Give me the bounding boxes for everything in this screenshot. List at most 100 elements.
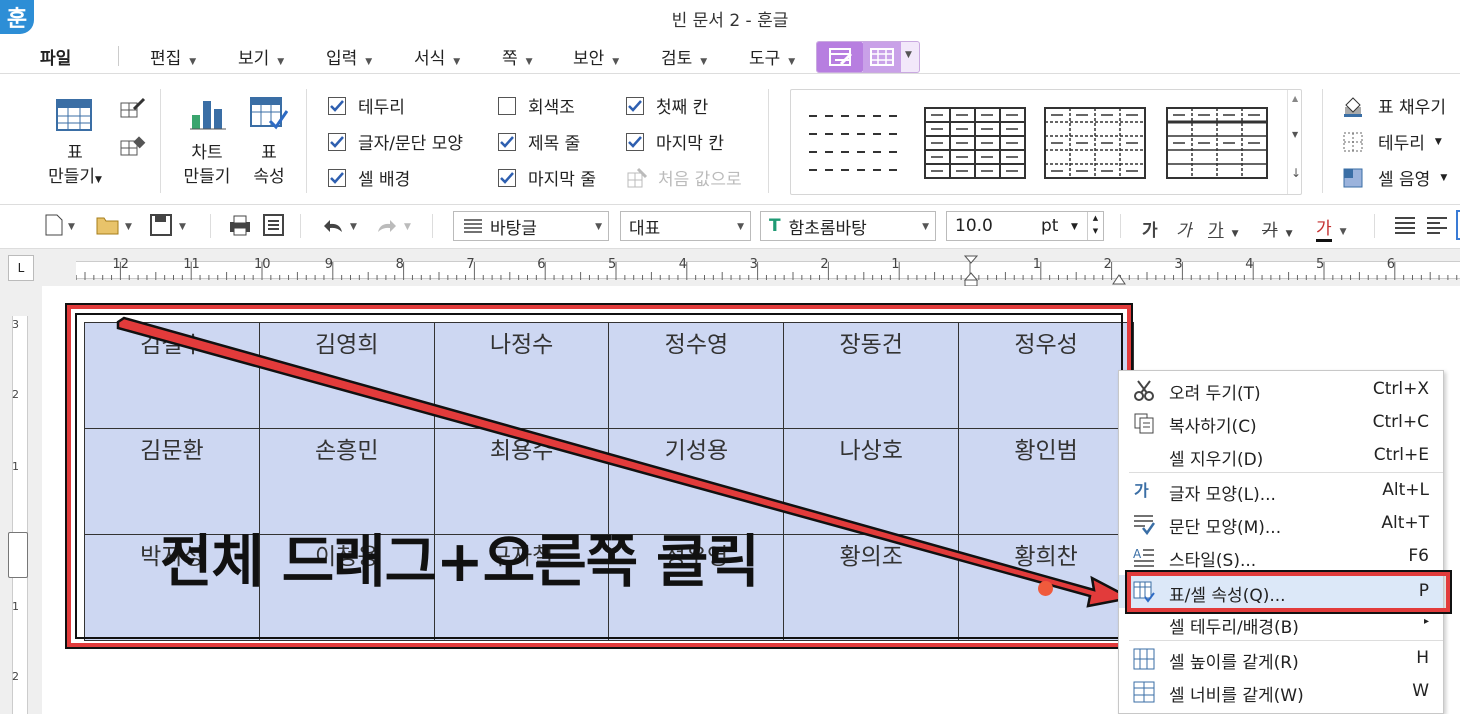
menu-item-equal-height-label: 셀 높이를 같게(R) xyxy=(1169,653,1299,673)
vertical-ruler-band xyxy=(12,316,28,714)
scroll-down-icon[interactable]: ▼ xyxy=(1292,130,1298,139)
ruler-number: 3 xyxy=(1174,257,1183,272)
menu-item-cut-shortcut: Ctrl+X xyxy=(1372,379,1429,399)
table-fill-label: 표 채우기 xyxy=(1378,98,1446,118)
menu-item-copy[interactable]: 복사하기(C) Ctrl+C xyxy=(1119,406,1443,439)
menu-separator xyxy=(118,46,119,66)
menu-item-style-shortcut: F6 xyxy=(1408,546,1429,566)
reset-default-button[interactable]: 처음 값으로 xyxy=(626,165,742,190)
svg-text:A: A xyxy=(1133,547,1142,561)
make-table-label-1: 표 xyxy=(67,143,83,163)
menu-file[interactable]: 파일 xyxy=(40,44,71,69)
left-indent-marker[interactable] xyxy=(963,255,979,287)
style-select[interactable]: 바탕글 ▼ xyxy=(453,211,609,241)
language-select[interactable]: 대표 ▼ xyxy=(620,211,751,241)
checkbox-last-col[interactable]: 마지막 칸 xyxy=(626,129,724,154)
make-table-button[interactable]: 표 만들기▼ xyxy=(42,95,108,191)
checkbox-checked-icon xyxy=(328,96,346,115)
vertical-ruler[interactable]: 3 2 1 1 2 xyxy=(0,286,42,714)
undo-icon[interactable]: ▼ xyxy=(320,214,362,240)
checkbox-last-row[interactable]: 마지막 줄 xyxy=(498,165,596,190)
make-chart-button[interactable]: 차트 만들기 xyxy=(176,95,238,191)
svg-text:▼: ▼ xyxy=(179,222,186,232)
align-center-icon[interactable] xyxy=(1456,210,1460,240)
checkbox-checked-icon xyxy=(328,132,346,151)
ribbon-separator xyxy=(1322,89,1323,193)
scroll-up-icon[interactable]: ▲ xyxy=(1292,94,1298,103)
cell-shading-button[interactable]: 셀 음영 ▼ xyxy=(1342,165,1447,190)
copy-icon xyxy=(1134,413,1154,434)
ruler-number: 4 xyxy=(1245,257,1254,272)
font-color-label: 가 xyxy=(1316,219,1332,242)
menu-security[interactable]: 보안 ▼ xyxy=(573,44,619,69)
font-select-value: 함초롬바탕 xyxy=(788,218,867,239)
font-select[interactable]: T 함초롬바탕 ▼ xyxy=(760,211,936,241)
col-width-icon xyxy=(1133,681,1155,703)
align-left-icon[interactable] xyxy=(1426,214,1448,240)
table-style-dotted-grid[interactable] xyxy=(1043,106,1147,180)
border-button[interactable]: 테두리 ▼ xyxy=(1342,129,1442,154)
font-color-button[interactable]: 가 ▼ xyxy=(1316,214,1347,242)
horizontal-ruler[interactable]: L 12 11 10 9 8 7 6 5 4 3 2 1 1 2 3 4 5 6 xyxy=(0,248,1460,287)
menu-page[interactable]: 쪽 ▼ xyxy=(502,44,533,69)
font-size-unit: pt xyxy=(1041,216,1059,236)
ruler-number: 11 xyxy=(183,257,200,272)
font-size-spinner[interactable]: ▲ ▼ xyxy=(1087,212,1103,240)
italic-button[interactable]: 가 xyxy=(1176,216,1192,241)
table-style-header-grid[interactable] xyxy=(1165,106,1269,180)
menu-item-equal-width[interactable]: 셀 너비를 같게(W) W xyxy=(1119,675,1443,708)
save-icon[interactable]: ▼ xyxy=(150,214,190,240)
table-style-none[interactable] xyxy=(805,106,901,180)
underline-button[interactable]: 가 ▼ xyxy=(1208,216,1239,241)
table-context-tabs: ▼ xyxy=(816,41,920,73)
table-style-grid[interactable] xyxy=(923,106,1027,180)
tab-table-design[interactable] xyxy=(817,42,863,72)
checkbox-checked-icon xyxy=(626,96,644,115)
eraser-icon[interactable] xyxy=(120,135,146,161)
cell-shading-label: 셀 음영 xyxy=(1378,170,1431,190)
table-properties-button[interactable]: 표 속성 xyxy=(244,95,294,191)
redo-icon[interactable]: ▼ xyxy=(374,214,416,240)
checkbox-border[interactable]: 테두리 xyxy=(328,93,405,118)
font-size-field[interactable]: 10.0 pt ▼ ▲ ▼ xyxy=(946,211,1104,241)
menu-tools[interactable]: 도구 ▼ xyxy=(749,44,795,69)
checkbox-grayscale[interactable]: 회색조 xyxy=(498,93,575,118)
checkbox-first-col[interactable]: 첫째 칸 xyxy=(626,93,708,118)
menu-item-char-shape[interactable]: 가 글자 모양(L)... Alt+L xyxy=(1119,474,1443,507)
print-icon[interactable] xyxy=(228,214,252,240)
align-justify-icon[interactable] xyxy=(1394,214,1416,240)
pen-icon[interactable] xyxy=(120,97,146,123)
menu-insert-label: 입력 xyxy=(326,49,358,69)
chevron-down-icon[interactable]: ▼ xyxy=(905,50,912,60)
menu-view[interactable]: 보기 ▼ xyxy=(238,44,284,69)
menu-item-equal-height[interactable]: 셀 높이를 같게(R) H xyxy=(1119,642,1443,675)
checkbox-title-row[interactable]: 제목 줄 xyxy=(498,129,580,154)
gallery-scrollbar[interactable]: ▲ ▼ ↓ xyxy=(1287,90,1303,194)
strikethrough-button[interactable]: 가 ▼ xyxy=(1262,216,1293,241)
bold-button[interactable]: 가 xyxy=(1142,216,1158,241)
menu-item-clear-cell[interactable]: 셀 지우기(D) Ctrl+E xyxy=(1119,439,1443,472)
toolbar-separator xyxy=(300,214,301,238)
new-document-icon[interactable]: ▼ xyxy=(44,214,78,240)
vertical-margin-marker[interactable] xyxy=(8,532,28,578)
menu-edit[interactable]: 편집 ▼ xyxy=(150,44,196,69)
checkbox-char-para-shape[interactable]: 글자/문단 모양 xyxy=(328,129,463,154)
menu-item-cut[interactable]: 오려 두기(T) Ctrl+X xyxy=(1119,373,1443,406)
tab-table-layout[interactable] xyxy=(863,42,901,72)
tab-stop-selector[interactable]: L xyxy=(8,255,34,281)
menu-format[interactable]: 서식 ▼ xyxy=(414,44,460,69)
svg-text:▼: ▼ xyxy=(68,222,75,232)
menu-review[interactable]: 검토 ▼ xyxy=(661,44,707,69)
menu-item-para-shape[interactable]: 문단 모양(M)... Alt+T xyxy=(1119,507,1443,540)
menu-item-style[interactable]: A 스타일(S)... F6 xyxy=(1119,540,1443,573)
checkbox-first-col-label: 첫째 칸 xyxy=(656,98,709,118)
make-table-label-2-text: 만들기 xyxy=(48,167,95,187)
gallery-expand-icon[interactable]: ↓ xyxy=(1291,166,1301,180)
menu-security-label: 보안 xyxy=(573,49,605,69)
table-fill-button[interactable]: 표 채우기 xyxy=(1342,93,1446,118)
open-folder-icon[interactable]: ▼ xyxy=(96,214,136,240)
print-preview-icon[interactable] xyxy=(262,214,286,240)
svg-text:▼: ▼ xyxy=(350,222,357,232)
checkbox-cell-background[interactable]: 셀 배경 xyxy=(328,165,410,190)
menu-insert[interactable]: 입력 ▼ xyxy=(326,44,372,69)
